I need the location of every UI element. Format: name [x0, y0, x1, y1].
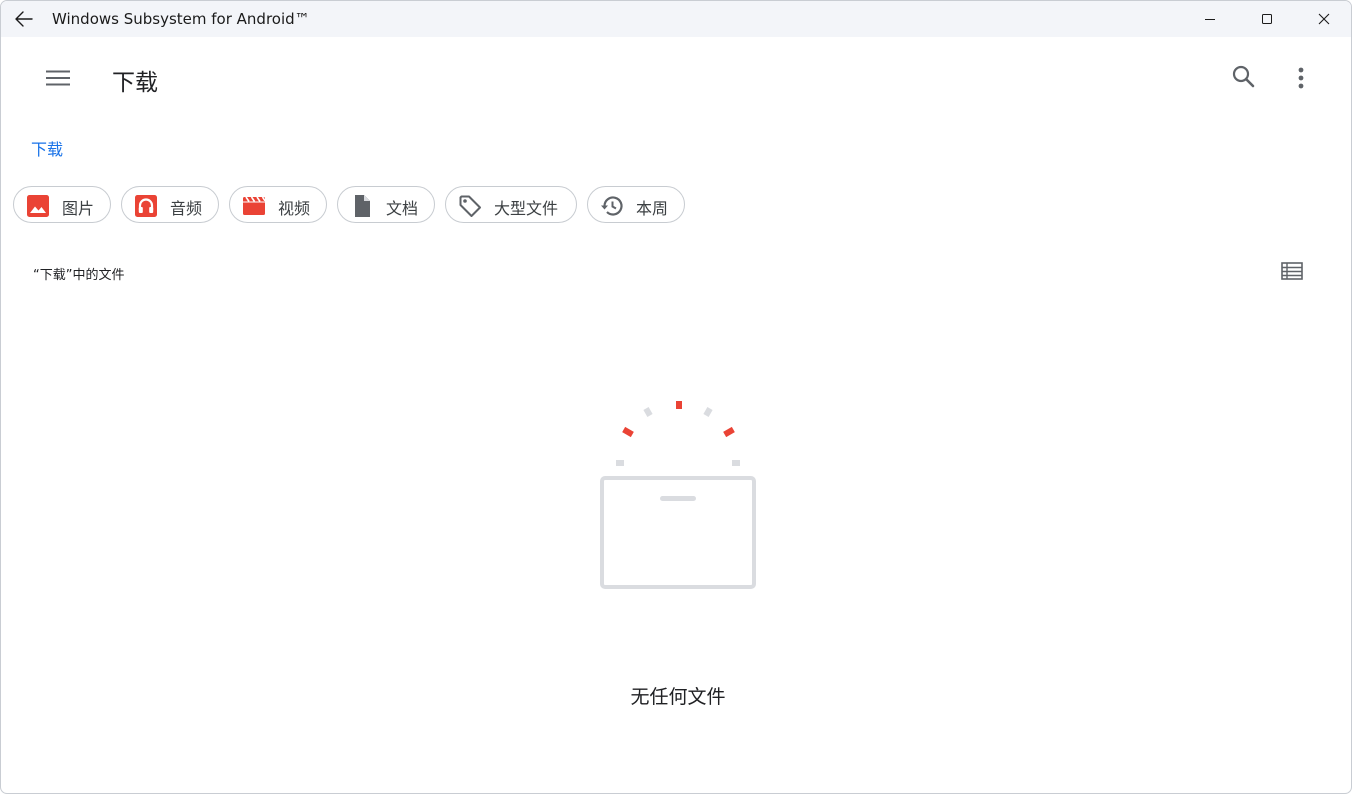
hamburger-menu-icon — [46, 70, 70, 86]
chip-this-week[interactable]: 本周 — [587, 186, 685, 223]
minimize-button[interactable] — [1181, 1, 1239, 37]
history-icon — [601, 196, 623, 216]
chip-label: 文档 — [386, 199, 419, 218]
headphones-icon — [135, 195, 157, 217]
chip-label: 音频 — [170, 199, 203, 218]
chip-audio[interactable]: 音频 — [121, 186, 219, 223]
empty-box-icon — [600, 401, 756, 589]
title-bar: Windows Subsystem for Android™ — [1, 1, 1351, 37]
window-title: Windows Subsystem for Android™ — [52, 10, 310, 28]
movie-clapper-icon — [243, 196, 266, 215]
close-button[interactable] — [1295, 1, 1351, 37]
app-window: Windows Subsystem for Android™ 下载 下载 图片 … — [0, 0, 1352, 794]
chip-documents[interactable]: 文档 — [337, 186, 435, 223]
document-icon — [355, 195, 370, 217]
chip-label: 视频 — [278, 199, 311, 218]
more-options-button[interactable] — [1279, 55, 1323, 99]
list-view-icon — [1281, 262, 1303, 280]
close-icon — [1318, 13, 1330, 25]
more-vertical-icon — [1298, 67, 1304, 89]
arrow-left-icon — [15, 11, 33, 27]
chip-videos[interactable]: 视频 — [229, 186, 327, 223]
tag-icon — [459, 195, 481, 217]
chip-label: 本周 — [636, 199, 669, 218]
maximize-icon — [1262, 14, 1272, 24]
chip-images[interactable]: 图片 — [13, 186, 111, 223]
page-title: 下载 — [112, 70, 158, 96]
chip-label: 图片 — [62, 199, 95, 218]
search-button[interactable] — [1222, 55, 1266, 99]
back-button[interactable] — [14, 10, 34, 28]
breadcrumb[interactable]: 下载 — [31, 136, 63, 160]
minimize-icon — [1205, 19, 1215, 20]
chip-large-files[interactable]: 大型文件 — [445, 186, 577, 223]
maximize-button[interactable] — [1238, 1, 1296, 37]
search-icon — [1232, 65, 1255, 88]
image-icon — [27, 195, 49, 217]
chip-label: 大型文件 — [494, 199, 559, 218]
empty-state-message: 无任何文件 — [630, 686, 726, 708]
section-header: “下载”中的文件 — [33, 268, 125, 283]
navigation-drawer-button[interactable] — [35, 55, 81, 101]
view-toggle-button[interactable] — [1278, 259, 1306, 285]
